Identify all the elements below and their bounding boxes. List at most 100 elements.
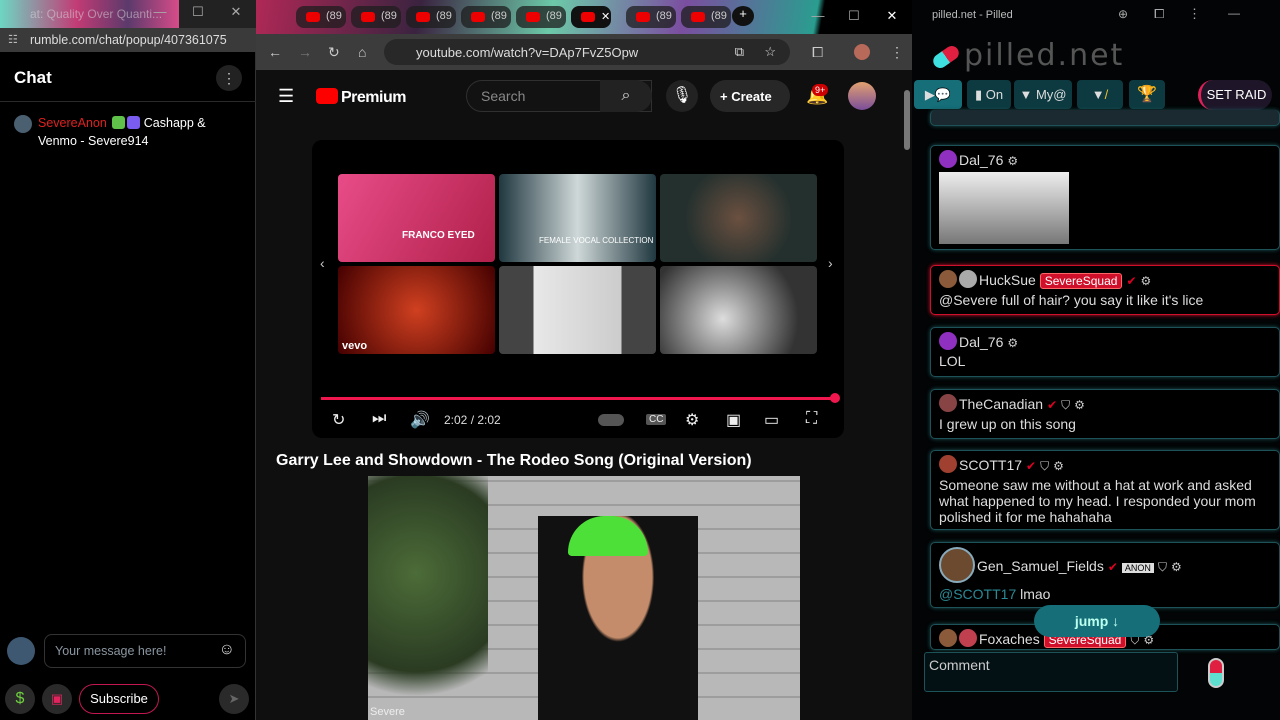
more-options-icon[interactable]: ⋮ xyxy=(216,65,242,91)
pilled-logo[interactable]: pilled.net xyxy=(964,38,1124,73)
end-screen-video[interactable] xyxy=(499,266,656,354)
image-attachment[interactable] xyxy=(939,172,1069,244)
previous-arrow-icon[interactable]: ‹ xyxy=(320,255,325,271)
end-screen-video[interactable]: FEMALE VOCAL COLLECTION xyxy=(499,174,656,262)
menu-icon[interactable]: ⋮ xyxy=(1188,6,1201,22)
tab[interactable]: (89 xyxy=(626,6,676,28)
url-bar[interactable]: ☷ rumble.com/chat/popup/407361075 xyxy=(0,28,256,52)
microphone-icon[interactable]: 🎙 xyxy=(666,80,698,112)
gift-icon[interactable]: ▣ xyxy=(42,684,72,714)
hamburger-menu-icon[interactable]: ☰ xyxy=(278,86,294,107)
minimize-button[interactable]: — xyxy=(800,8,836,28)
replay-icon[interactable]: ↻ xyxy=(332,410,345,430)
progress-bar[interactable] xyxy=(321,393,840,403)
video-player[interactable]: ‹ › FRANCO EYED FEMALE VOCAL COLLECTION … xyxy=(312,140,844,438)
username[interactable]: Dal_76 xyxy=(959,334,1003,350)
send-icon[interactable]: ➤ xyxy=(219,684,249,714)
tab[interactable]: (89 xyxy=(461,6,511,28)
bookmark-star-icon[interactable]: ☆ xyxy=(764,44,776,60)
youtube-icon xyxy=(361,12,375,22)
reload-icon[interactable]: ↻ xyxy=(328,44,340,61)
forward-icon[interactable]: → xyxy=(298,44,312,60)
next-arrow-icon[interactable]: › xyxy=(828,255,833,271)
minimize-button[interactable]: — xyxy=(1228,6,1240,20)
username[interactable]: Gen_Samuel_Fields xyxy=(977,558,1104,574)
extensions-icon[interactable]: ⧠ xyxy=(1154,6,1164,22)
create-button[interactable]: + Create xyxy=(710,80,790,112)
close-button[interactable]: ✕ xyxy=(874,8,910,28)
tab[interactable]: (89 xyxy=(516,6,566,28)
fullscreen-icon[interactable]: ⛶ xyxy=(806,410,817,428)
jump-to-latest-button[interactable]: jump ↓ xyxy=(1034,605,1160,637)
extensions-icon[interactable]: ⧠ xyxy=(812,44,823,61)
avatar xyxy=(939,547,975,583)
tab[interactable]: (89 xyxy=(296,6,346,28)
gear-icon[interactable]: ⚙ xyxy=(1053,459,1064,473)
url-text: youtube.com/watch?v=DAp7FvZ5Opw xyxy=(416,45,639,60)
filter-pill-button[interactable]: ▼/ xyxy=(1077,80,1123,109)
gear-icon[interactable]: ⚙ xyxy=(1141,274,1152,288)
webcam-video: Severe xyxy=(368,476,800,720)
avatar xyxy=(939,270,957,288)
autoplay-toggle[interactable] xyxy=(598,414,624,426)
end-screen-video[interactable] xyxy=(660,174,817,262)
address-bar[interactable]: youtube.com/watch?v=DAp7FvZ5Opw ⧉ ☆ xyxy=(384,39,790,65)
profile-avatar[interactable] xyxy=(854,44,870,60)
open-in-app-icon[interactable]: ⧉ xyxy=(735,44,744,60)
close-tab-icon[interactable]: ✕ xyxy=(601,11,610,23)
username[interactable]: Foxaches xyxy=(979,631,1040,647)
gear-icon[interactable]: ⚙ xyxy=(1007,336,1018,350)
gear-icon[interactable]: ⚙ xyxy=(1171,560,1182,574)
next-icon[interactable]: ⏭ xyxy=(372,410,386,428)
username[interactable]: Dal_76 xyxy=(959,152,1003,168)
send-pill-icon[interactable] xyxy=(1208,658,1224,688)
end-screen-video[interactable]: vevo xyxy=(338,266,495,354)
scrollbar-thumb[interactable] xyxy=(904,90,910,150)
time-display: 2:02 / 2:02 xyxy=(444,413,501,427)
comment-input[interactable]: Comment xyxy=(924,652,1178,692)
settings-gear-icon[interactable]: ⚙ xyxy=(685,410,699,430)
set-raid-button[interactable]: SET RAID xyxy=(1198,80,1272,110)
username[interactable]: HuckSue xyxy=(979,272,1036,288)
scrollbar[interactable] xyxy=(902,76,912,470)
new-tab-button[interactable]: + xyxy=(732,6,754,26)
username[interactable]: SevereAnon xyxy=(38,116,107,130)
captions-icon[interactable]: CC xyxy=(646,414,667,425)
trophy-icon[interactable]: 🏆 xyxy=(1129,80,1165,109)
emoji-icon[interactable]: ☺ xyxy=(219,641,235,659)
squad-badge: SevereSquad xyxy=(1039,273,1123,289)
youtube-logo[interactable]: Premium xyxy=(316,88,406,107)
username[interactable]: TheCanadian xyxy=(959,396,1043,412)
gear-icon[interactable]: ⚙ xyxy=(1074,398,1085,412)
menu-icon[interactable]: ⋮ xyxy=(890,44,904,61)
volume-icon[interactable]: 🔊 xyxy=(410,410,430,430)
tab-active[interactable]: ✕ xyxy=(571,6,611,28)
pill-toggle-button[interactable]: ▮ On xyxy=(967,80,1011,109)
tab[interactable]: (89 xyxy=(351,6,401,28)
gear-icon[interactable]: ⚙ xyxy=(1007,154,1018,168)
play-chat-button[interactable]: ▶💬 xyxy=(914,80,962,109)
scrubber-handle[interactable] xyxy=(830,393,840,403)
home-icon[interactable]: ⌂ xyxy=(358,44,366,60)
subscribe-button[interactable]: Subscribe xyxy=(79,684,159,714)
tab[interactable]: (89 xyxy=(681,6,731,28)
search-icon[interactable]: ⌕ xyxy=(600,80,652,112)
dollar-icon[interactable]: $ xyxy=(5,684,35,714)
username[interactable]: SCOTT17 xyxy=(959,457,1022,473)
mention[interactable]: @SCOTT17 xyxy=(939,586,1016,602)
zoom-icon[interactable]: ⊕ xyxy=(1118,7,1128,21)
my-mentions-filter-button[interactable]: ▼ My@ xyxy=(1014,80,1072,109)
end-screen-video[interactable] xyxy=(660,266,817,354)
end-screen-video[interactable]: FRANCO EYED xyxy=(338,174,495,262)
back-icon[interactable]: ← xyxy=(268,44,282,60)
close-button[interactable]: ✕ xyxy=(218,4,254,24)
maximize-button[interactable]: ☐ xyxy=(180,4,216,24)
maximize-button[interactable]: ☐ xyxy=(836,8,872,28)
tab[interactable]: (89 xyxy=(406,6,456,28)
message-input[interactable]: Your message here! ☺ xyxy=(44,634,246,668)
miniplayer-icon[interactable]: ▣ xyxy=(726,410,741,430)
theater-mode-icon[interactable]: ▭ xyxy=(764,410,779,430)
minimize-button[interactable]: — xyxy=(142,4,178,24)
account-avatar[interactable] xyxy=(848,82,876,110)
site-settings-icon[interactable]: ☷ xyxy=(8,33,18,46)
